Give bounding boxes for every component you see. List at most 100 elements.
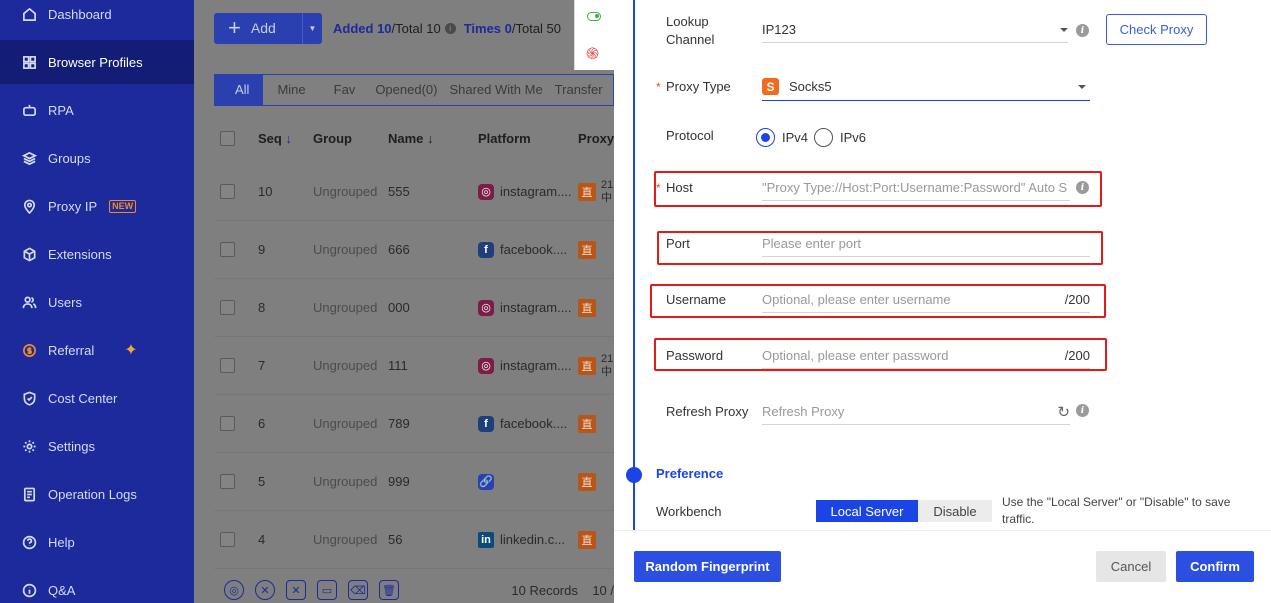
name-header[interactable]: Name ↓ (388, 131, 434, 146)
instagram-icon: ◎ (478, 299, 494, 316)
tab-opened[interactable]: Opened(0) (369, 75, 443, 105)
add-button[interactable]: + Add ▼ (214, 12, 322, 44)
table-row[interactable]: 9 Ungrouped 666 f facebook.... 直 (214, 221, 614, 279)
sidebar-item-help[interactable]: Help (0, 520, 194, 564)
row-name: 999 (388, 474, 410, 489)
sidebar-item-proxy-ip[interactable]: Proxy IP NEW (0, 184, 194, 228)
table-row[interactable]: 7 Ungrouped 111 ◎ instagram.... 直 21 中 (214, 337, 614, 395)
chevron-down-icon (1060, 27, 1068, 32)
page-label: 10 / (592, 582, 614, 598)
lookup-label-line2: Channel (666, 32, 715, 47)
tab-all[interactable]: All (215, 75, 264, 105)
table-row[interactable]: 8 Ungrouped 000 ◎ instagram.... 直 (214, 279, 614, 337)
tab-shared[interactable]: Shared With Me (443, 75, 548, 105)
row-platform[interactable]: ◎ instagram.... (478, 183, 572, 200)
row-platform[interactable]: f facebook.... (478, 241, 567, 258)
check-proxy-button[interactable]: Check Proxy (1106, 14, 1207, 45)
fingerprint-icon[interactable]: ֍ (586, 42, 599, 64)
drawer-footer: Random Fingerprint Cancel Confirm (614, 530, 1271, 603)
row-checkbox[interactable] (220, 242, 235, 257)
row-checkbox[interactable] (220, 184, 235, 199)
username-input[interactable]: Optional, please enter username /200 (762, 287, 1090, 313)
toolbar: + Add ▼ Added 10/Total 10 i Times 0/Tota… (214, 12, 561, 44)
sidebar-item-extensions[interactable]: Extensions (0, 232, 194, 276)
direct-proxy-tag: 直 (578, 356, 596, 375)
sidebar-item-users[interactable]: Users (0, 280, 194, 324)
robot-icon (21, 102, 37, 118)
add-label: Add (250, 20, 276, 36)
seq-header[interactable]: Seq ↓ (258, 131, 292, 146)
info-icon[interactable]: i (1076, 24, 1089, 37)
chrome-icon[interactable]: ◎ (224, 580, 244, 600)
select-all-checkbox[interactable] (220, 130, 235, 146)
row-checkbox[interactable] (220, 416, 235, 431)
floating-toolbox: ֍ (574, 0, 614, 70)
refresh-proxy-input[interactable]: Refresh Proxy ↻ (762, 399, 1070, 425)
info-icon[interactable]: i (444, 22, 456, 34)
row-name: 111 (388, 358, 408, 373)
sidebar-item-browser-profiles[interactable]: Browser Profiles (0, 40, 194, 84)
table-row[interactable]: 6 Ungrouped 789 f facebook.... 直 (214, 395, 614, 453)
sidebar-item-qa[interactable]: Q&A (0, 568, 194, 603)
sidebar-item-groups[interactable]: Groups (0, 136, 194, 180)
workbench-disable-option[interactable]: Disable (918, 500, 992, 522)
row-platform[interactable]: f facebook.... (478, 415, 567, 432)
info-icon[interactable]: i (1076, 181, 1089, 194)
window-icon[interactable]: ▭ (317, 580, 337, 600)
preference-title: Preference (656, 466, 724, 481)
records-label: 10 Records (511, 582, 578, 598)
password-input[interactable]: Optional, please enter password /200 (762, 343, 1090, 369)
sidebar-item-label: Proxy IP (48, 198, 98, 214)
row-checkbox[interactable] (220, 474, 235, 489)
row-platform[interactable]: 🔗 (478, 473, 500, 490)
row-platform[interactable]: in linkedin.c... (478, 531, 565, 548)
coin-icon (21, 342, 37, 358)
table-row[interactable]: 4 Ungrouped 56 in linkedin.c... 直 (214, 511, 614, 569)
sort-down-icon: ↓ (427, 130, 434, 146)
table-row[interactable]: 10 Ungrouped 555 ◎ instagram.... 直 21 中 (214, 163, 614, 221)
cancel-button[interactable]: Cancel (1096, 551, 1166, 582)
workbench-note: Use the "Local Server" or "Disable" to s… (1002, 495, 1231, 526)
toggle-icon[interactable] (587, 12, 601, 21)
tab-mine[interactable]: Mine (263, 75, 319, 105)
lookup-channel-select[interactable]: IP123 (762, 17, 1068, 43)
lookup-label-line1: Lookup (666, 14, 709, 29)
close-square-icon[interactable]: ✕ (286, 580, 306, 600)
row-platform[interactable]: ◎ instagram.... (478, 357, 572, 374)
row-proxy-ip: 21 (601, 178, 614, 191)
row-group: Ungrouped (313, 532, 378, 547)
sidebar-item-settings[interactable]: Settings (0, 424, 194, 468)
trash-restore-icon[interactable]: ⌫ (348, 580, 368, 600)
ipv4-radio[interactable] (756, 128, 775, 147)
location-icon (21, 198, 37, 214)
row-checkbox[interactable] (220, 300, 235, 315)
row-checkbox[interactable] (220, 358, 235, 373)
row-name: 000 (388, 300, 410, 315)
add-dropdown-toggle[interactable]: ▼ (302, 12, 322, 44)
table-row[interactable]: 5 Ungrouped 999 🔗 直 (214, 453, 614, 511)
row-checkbox[interactable] (220, 532, 235, 547)
row-platform[interactable]: ◎ instagram.... (478, 299, 572, 316)
info-icon[interactable]: i (1076, 404, 1089, 417)
ipv6-radio[interactable] (814, 128, 833, 147)
confirm-button[interactable]: Confirm (1176, 551, 1254, 582)
username-char-limit: /200 (1064, 292, 1090, 307)
proxy-type-select[interactable]: S Socks5 (762, 73, 1090, 101)
random-fingerprint-button[interactable]: Random Fingerprint (634, 551, 781, 582)
close-circle-icon[interactable]: ✕ (255, 580, 275, 600)
sidebar-item-dashboard[interactable]: Dashboard (0, 0, 194, 36)
tab-transfer[interactable]: Transfer (549, 75, 609, 105)
sidebar-item-operation-logs[interactable]: Operation Logs (0, 472, 194, 516)
port-input[interactable]: Please enter port (762, 231, 1090, 257)
sidebar-item-rpa[interactable]: RPA (0, 88, 194, 132)
times-total: /Total 50 (511, 20, 562, 36)
trash-icon[interactable]: 🗑 (379, 580, 399, 600)
direct-proxy-tag: 直 (578, 530, 596, 549)
refresh-proxy-placeholder: Refresh Proxy (762, 404, 845, 419)
host-input[interactable]: "Proxy Type://Host:Port:Username:Passwor… (762, 175, 1070, 201)
sidebar-item-cost-center[interactable]: Cost Center (0, 376, 194, 420)
tab-fav[interactable]: Fav (320, 75, 370, 105)
workbench-local-server-option[interactable]: Local Server (816, 500, 918, 522)
sidebar-item-referral[interactable]: Referral ✦ (0, 328, 194, 372)
refresh-icon[interactable]: ↻ (1057, 403, 1070, 421)
